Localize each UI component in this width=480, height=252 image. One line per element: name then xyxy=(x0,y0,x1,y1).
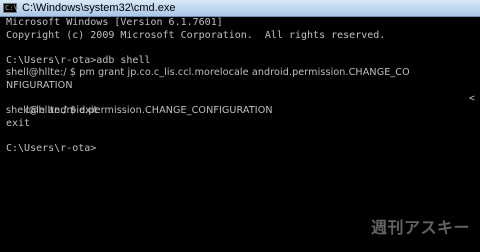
console-line: Microsoft Windows [Version 6.1.7601] xyxy=(6,17,223,28)
console-line: cale android.permission.CHANGE_CONFIGURA… xyxy=(6,92,480,117)
console-line-text: cale android.permission.CHANGE_CONFIGURA… xyxy=(24,105,273,117)
cmd-app-icon[interactable]: C:\ xyxy=(3,3,18,13)
console-line: Copyright (c) 2009 Microsoft Corporation… xyxy=(6,29,386,41)
title-bar[interactable]: C:\ C:\Windows\system32\cmd.exe xyxy=(0,0,480,17)
scroll-left-icon: < xyxy=(468,92,475,104)
publisher-watermark: 週刊アスキー xyxy=(370,218,470,237)
cmd-window: C:\ C:\Windows\system32\cmd.exe Microsof… xyxy=(0,0,480,252)
window-title: C:\Windows\system32\cmd.exe xyxy=(22,2,176,14)
console-line: shell@hllte:/ $ pm grant jp.co.c_lis.ccl… xyxy=(6,67,410,79)
console-line: exit xyxy=(6,117,31,129)
console-prompt-line[interactable]: C:\Users\r-ota> xyxy=(6,143,480,156)
console-line: C:\Users\r-ota>adb shell xyxy=(6,54,151,66)
cmd-icon-glyph: C:\ xyxy=(5,4,18,12)
console-line: NFIGURATION xyxy=(6,79,73,91)
